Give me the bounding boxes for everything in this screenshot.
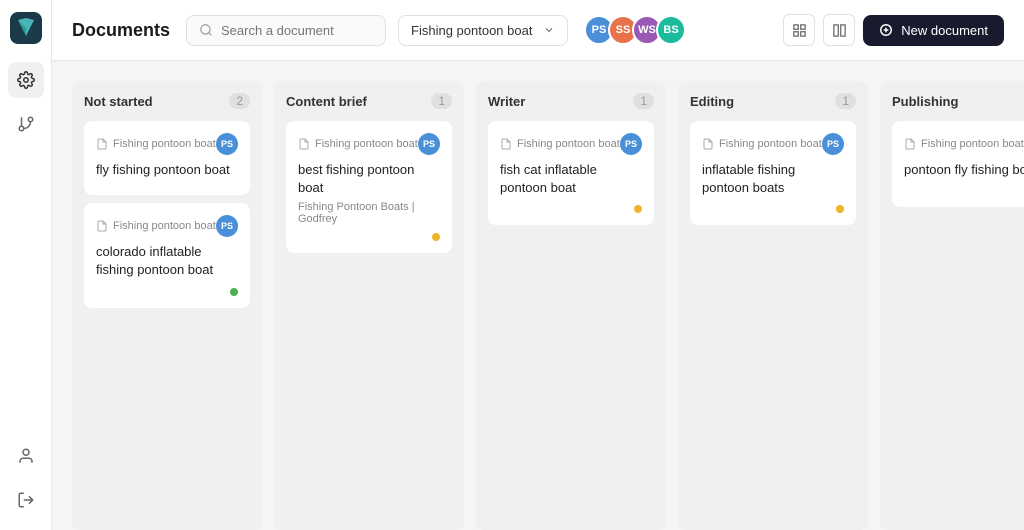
chevron-down-icon	[543, 24, 555, 36]
card[interactable]: Fishing pontoon boatPS fly fishing pontoo…	[84, 121, 250, 195]
column-count-writer: 1	[633, 93, 654, 109]
search-icon	[199, 23, 213, 37]
card-footer	[702, 205, 844, 213]
search-box[interactable]	[186, 15, 386, 46]
card-doc-label-text: Fishing pontoon boat	[517, 138, 620, 150]
card-footer	[904, 187, 1024, 195]
column-header-editing: Editing 1	[690, 93, 856, 109]
column-not-started: Not started2Fishing pontoon boatPSfly fi…	[72, 81, 262, 530]
status-dot	[230, 288, 238, 296]
card-doc-label: Fishing pontoon boat	[298, 138, 418, 150]
card-avatar: PS	[216, 215, 238, 237]
sidebar	[0, 0, 52, 530]
avatar-bs[interactable]: BS	[656, 15, 686, 45]
column-count-editing: 1	[835, 93, 856, 109]
column-writer: Writer 1 Fishing pontoon boatPS fish cat in…	[476, 81, 666, 530]
column-header-not-started: Not started 2	[84, 93, 250, 109]
card-avatar: PS	[216, 133, 238, 155]
status-dot	[836, 205, 844, 213]
card-title: inflatable fishing pontoon boats	[702, 161, 844, 197]
card-title: best fishing pontoon boat	[298, 161, 440, 197]
card-doc-label-text: Fishing pontoon boat	[719, 138, 822, 150]
column-publishing: Publishing1 Fishing pontoon boatPS pontoon…	[880, 81, 1024, 530]
card-meta: Fishing pontoon boatPS	[96, 215, 238, 237]
card-subtitle: Fishing Pontoon Boats | Godfrey	[298, 201, 440, 225]
card-footer	[298, 233, 440, 241]
card-doc-label-text: Fishing pontoon boat	[315, 138, 418, 150]
page-title: Documents	[72, 20, 170, 41]
card-doc-label-text: Fishing pontoon boat	[113, 220, 216, 232]
card-avatar: PS	[418, 133, 440, 155]
card-doc-label-text: Fishing pontoon boat	[921, 138, 1024, 150]
card-title: colorado inflatable fishing pontoon boat	[96, 243, 238, 279]
header-icon-columns[interactable]	[823, 14, 855, 46]
avatar-group: PS SS WS BS	[584, 15, 686, 45]
card[interactable]: Fishing pontoon boatPS inflatable fishing…	[690, 121, 856, 225]
status-dot	[432, 233, 440, 241]
column-header-writer: Writer 1	[488, 93, 654, 109]
column-header-publishing: Publishing1	[892, 93, 1024, 109]
kanban-board: Not started2Fishing pontoon boatPSfly fi…	[52, 61, 1024, 530]
plus-icon	[879, 23, 893, 37]
status-dot	[634, 205, 642, 213]
column-count-not-started: 2	[229, 93, 250, 109]
app-logo[interactable]	[10, 12, 42, 44]
column-title-content-brief: Content brief	[286, 94, 367, 109]
filter-label: Fishing pontoon boat	[411, 23, 532, 38]
filter-dropdown[interactable]: Fishing pontoon boat	[398, 15, 568, 46]
new-document-button[interactable]: New document	[863, 15, 1004, 46]
card-meta: Fishing pontoon boatPS	[500, 133, 642, 155]
card-doc-label: Fishing pontoon boat	[702, 138, 822, 150]
column-count-content-brief: 1	[431, 93, 452, 109]
page-header: Documents Fishing pontoon boat PS SS WS …	[52, 0, 1024, 61]
sidebar-item-branches[interactable]	[8, 106, 44, 142]
card-meta: Fishing pontoon boatPS	[904, 133, 1024, 155]
card-meta: Fishing pontoon boatPS	[702, 133, 844, 155]
card[interactable]: Fishing pontoon boatPS pontoon fly fishin…	[892, 121, 1024, 207]
column-title-writer: Writer	[488, 94, 525, 109]
card-avatar: PS	[822, 133, 844, 155]
card-doc-label: Fishing pontoon boat	[96, 138, 216, 150]
card-doc-label: Fishing pontoon boat	[500, 138, 620, 150]
header-icons: New document	[783, 14, 1004, 46]
column-title-not-started: Not started	[84, 94, 153, 109]
header-icon-list[interactable]	[783, 14, 815, 46]
sidebar-item-user[interactable]	[8, 438, 44, 474]
main-content: Documents Fishing pontoon boat PS SS WS …	[52, 0, 1024, 530]
card[interactable]: Fishing pontoon boatPS fish cat inflatabl…	[488, 121, 654, 225]
column-content-brief: Content brief 1 Fishing pontoon boatPS best…	[274, 81, 464, 530]
column-header-content-brief: Content brief 1	[286, 93, 452, 109]
card-doc-label: Fishing pontoon boat	[904, 138, 1024, 150]
column-title-editing: Editing	[690, 94, 734, 109]
card-avatar: PS	[620, 133, 642, 155]
sidebar-item-logout[interactable]	[8, 482, 44, 518]
column-editing: Editing 1 Fishing pontoon boatPS inflatable…	[678, 81, 868, 530]
card-footer	[96, 288, 238, 296]
card[interactable]: Fishing pontoon boatPS best fishing ponto…	[286, 121, 452, 253]
sidebar-item-settings[interactable]	[8, 62, 44, 98]
card-meta: Fishing pontoon boatPS	[298, 133, 440, 155]
card-title: fly fishing pontoon boat	[96, 161, 238, 179]
card[interactable]: Fishing pontoon boatPS colorado inflatabl…	[84, 203, 250, 307]
card-doc-label-text: Fishing pontoon boat	[113, 138, 216, 150]
card-title: pontoon fly fishing boat	[904, 161, 1024, 179]
card-title: fish cat inflatable pontoon boat	[500, 161, 642, 197]
card-meta: Fishing pontoon boatPS	[96, 133, 238, 155]
search-input[interactable]	[221, 23, 351, 38]
sidebar-bottom	[8, 438, 44, 518]
column-title-publishing: Publishing	[892, 94, 958, 109]
new-document-label: New document	[901, 23, 988, 38]
card-footer	[500, 205, 642, 213]
card-doc-label: Fishing pontoon boat	[96, 220, 216, 232]
